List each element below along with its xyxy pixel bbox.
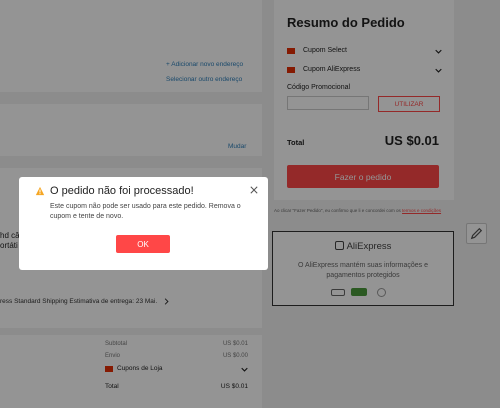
dialog-title: O pedido não foi processado! [50,185,194,197]
ok-button[interactable]: OK [116,235,170,253]
dialog-message: Este cupom não pode ser usado para este … [50,203,241,220]
warning-icon [35,186,45,196]
close-icon[interactable] [250,186,258,194]
error-dialog: O pedido não foi processado! Este cupom … [19,177,268,270]
